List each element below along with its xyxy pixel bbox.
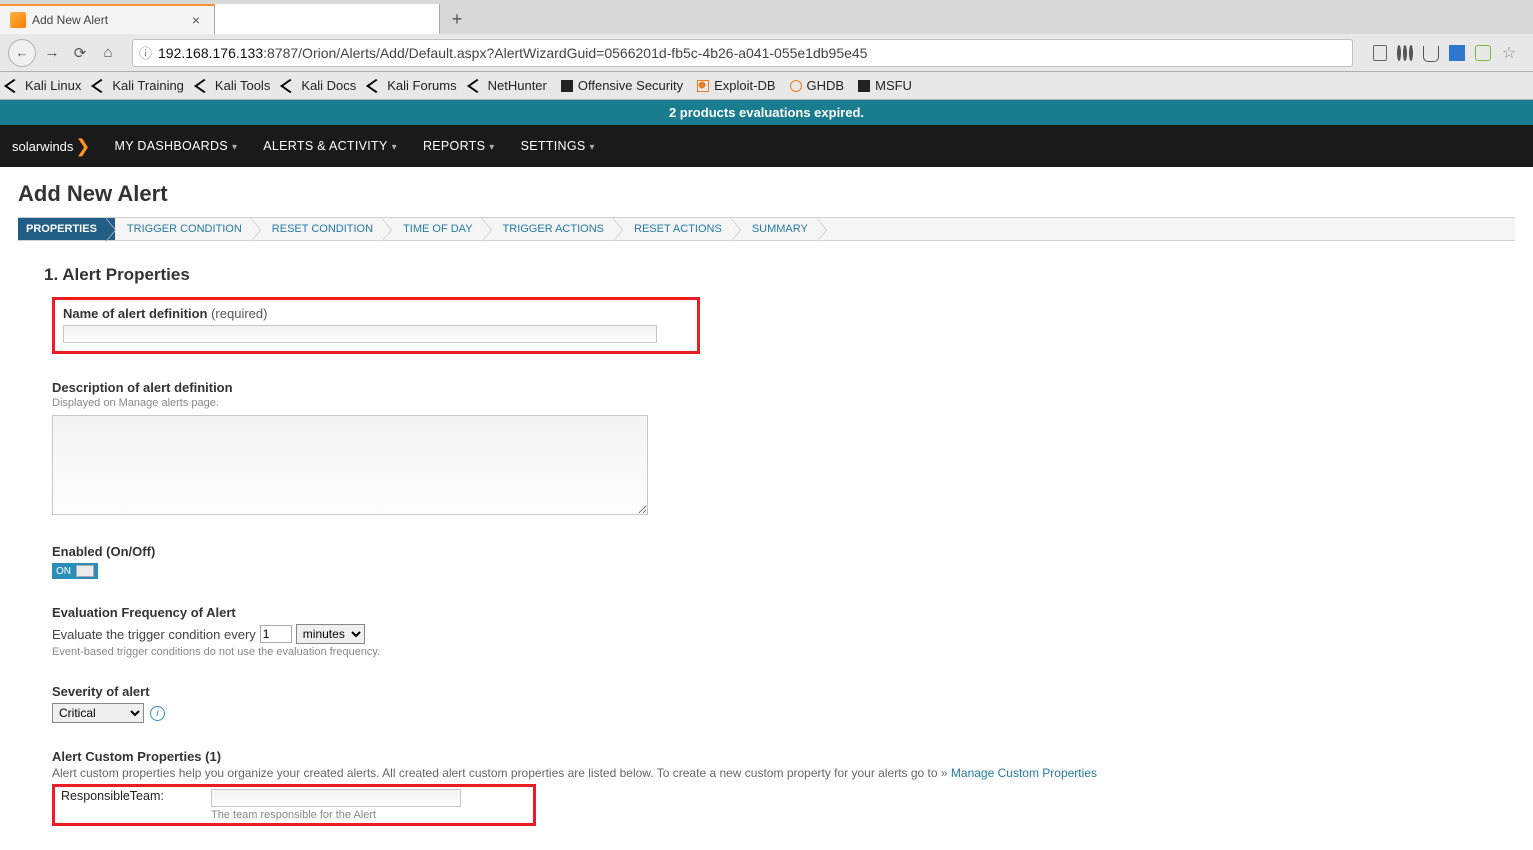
bookmark-kali-linux[interactable]: Kali Linux	[8, 78, 81, 93]
eval-frequency-label: Evaluation Frequency of Alert	[52, 605, 1515, 620]
caret-down-icon: ▾	[392, 142, 397, 153]
enabled-label: Enabled (On/Off)	[52, 544, 1515, 559]
kali-icon	[280, 79, 300, 93]
forward-button: →	[40, 44, 64, 61]
bookmark-kali-forums[interactable]: Kali Forums	[370, 78, 456, 93]
main-nav: solarwinds❯ MY DASHBOARDS▾ ALERTS & ACTI…	[0, 125, 1533, 167]
site-info-icon[interactable]: ⓘ	[139, 43, 152, 62]
bookmark-msfu[interactable]: MSFU	[858, 78, 912, 93]
nav-reports[interactable]: REPORTS▾	[423, 139, 495, 153]
severity-label: Severity of alert	[52, 684, 1515, 699]
msfu-icon	[858, 80, 870, 92]
wizard-step-trigger-condition[interactable]: TRIGGER CONDITION	[115, 218, 260, 240]
toggle-knob	[76, 565, 94, 577]
url-host: 192.168.176.133	[158, 45, 263, 61]
bookmark-ghdb[interactable]: GHDB	[790, 78, 845, 93]
kali-icon	[194, 79, 214, 93]
url-path: :8787/Orion/Alerts/Add/Default.aspx?Aler…	[263, 45, 867, 61]
kali-icon	[467, 79, 487, 93]
browser-tab-active[interactable]: Add New Alert ×	[0, 4, 215, 34]
wizard-steps: PROPERTIES TRIGGER CONDITION RESET CONDI…	[18, 217, 1515, 241]
section-heading: 1. Alert Properties	[44, 265, 1515, 285]
eval-frequency-hint: Event-based trigger conditions do not us…	[52, 646, 1515, 658]
caret-down-icon: ▾	[232, 142, 237, 153]
wizard-step-properties[interactable]: PROPERTIES	[18, 218, 115, 240]
page-title: Add New Alert	[18, 181, 1515, 207]
offsec-icon	[561, 80, 573, 92]
enabled-toggle[interactable]: ON	[52, 563, 98, 579]
caret-down-icon: ▾	[489, 142, 494, 153]
wizard-step-trigger-actions[interactable]: TRIGGER ACTIONS	[491, 218, 622, 240]
evaluation-expired-banner[interactable]: 2 products evaluations expired.	[0, 100, 1533, 125]
custom-property-hint: The team responsible for the Alert	[211, 809, 527, 821]
bookmark-nethunter[interactable]: NetHunter	[471, 78, 547, 93]
wizard-step-reset-condition[interactable]: RESET CONDITION	[260, 218, 391, 240]
tab-favicon	[10, 12, 26, 28]
eval-frequency-input[interactable]	[260, 625, 292, 643]
nav-settings[interactable]: SETTINGS▾	[521, 139, 595, 153]
bookmarks-bar: Kali Linux Kali Training Kali Tools Kali…	[0, 72, 1533, 100]
custom-props-desc: Alert custom properties help you organiz…	[52, 766, 1515, 780]
tab-close-icon[interactable]: ×	[188, 12, 204, 28]
browser-tab-empty[interactable]	[215, 4, 440, 34]
bookmark-kali-training[interactable]: Kali Training	[95, 78, 184, 93]
alert-name-input[interactable]	[63, 325, 657, 343]
exploitdb-icon	[697, 80, 709, 92]
bookmark-kali-tools[interactable]: Kali Tools	[198, 78, 270, 93]
custom-props-heading: Alert Custom Properties (1)	[52, 749, 1515, 764]
alert-name-highlight-box: Name of alert definition (required)	[52, 297, 700, 354]
nav-my-dashboards[interactable]: MY DASHBOARDS▾	[115, 139, 238, 153]
wizard-step-reset-actions[interactable]: RESET ACTIONS	[622, 218, 740, 240]
wizard-step-summary[interactable]: SUMMARY	[740, 218, 826, 240]
back-button[interactable]: ←	[8, 39, 36, 67]
severity-select[interactable]: Critical	[52, 703, 144, 723]
nav-alerts-activity[interactable]: ALERTS & ACTIVITY▾	[263, 139, 397, 153]
reader-mode-icon[interactable]	[1373, 45, 1387, 61]
custom-property-name: ResponsibleTeam:	[61, 789, 211, 821]
extension-icon[interactable]	[1475, 45, 1491, 61]
info-icon[interactable]: i	[150, 706, 165, 721]
caret-down-icon: ▾	[590, 142, 595, 153]
windows-icon[interactable]	[1449, 45, 1465, 61]
home-button[interactable]: ⌂	[96, 44, 120, 61]
eval-frequency-unit-select[interactable]: minutes	[296, 624, 365, 644]
custom-property-input[interactable]	[211, 789, 461, 807]
alert-description-label: Description of alert definition	[52, 380, 1515, 395]
bookmark-kali-docs[interactable]: Kali Docs	[284, 78, 356, 93]
eval-frequency-text: Evaluate the trigger condition every	[52, 627, 256, 642]
kali-icon	[4, 79, 24, 93]
brand-logo[interactable]: solarwinds❯	[12, 136, 91, 157]
alert-name-label: Name of alert definition (required)	[63, 306, 689, 321]
wizard-step-time-of-day[interactable]: TIME OF DAY	[391, 218, 490, 240]
bookmark-exploit-db[interactable]: Exploit-DB	[697, 78, 775, 93]
star-icon[interactable]: ☆	[1501, 45, 1517, 61]
alert-description-textarea[interactable]	[52, 415, 648, 515]
url-bar[interactable]: ⓘ 192.168.176.133:8787/Orion/Alerts/Add/…	[132, 39, 1353, 67]
kali-icon	[91, 79, 111, 93]
alert-description-hint: Displayed on Manage alerts page.	[52, 397, 1515, 409]
new-tab-button[interactable]: +	[440, 4, 474, 34]
pocket-icon[interactable]	[1423, 45, 1439, 61]
reload-button[interactable]: ⟳	[68, 44, 92, 62]
kali-icon	[366, 79, 386, 93]
custom-property-row-highlight: ResponsibleTeam: The team responsible fo…	[52, 784, 536, 826]
more-icon[interactable]	[1397, 45, 1413, 61]
ghdb-icon	[790, 80, 802, 92]
tab-title: Add New Alert	[32, 13, 188, 27]
bookmark-offensive-security[interactable]: Offensive Security	[561, 78, 683, 93]
flame-icon: ❯	[75, 136, 90, 157]
manage-custom-properties-link[interactable]: Manage Custom Properties	[951, 766, 1097, 780]
